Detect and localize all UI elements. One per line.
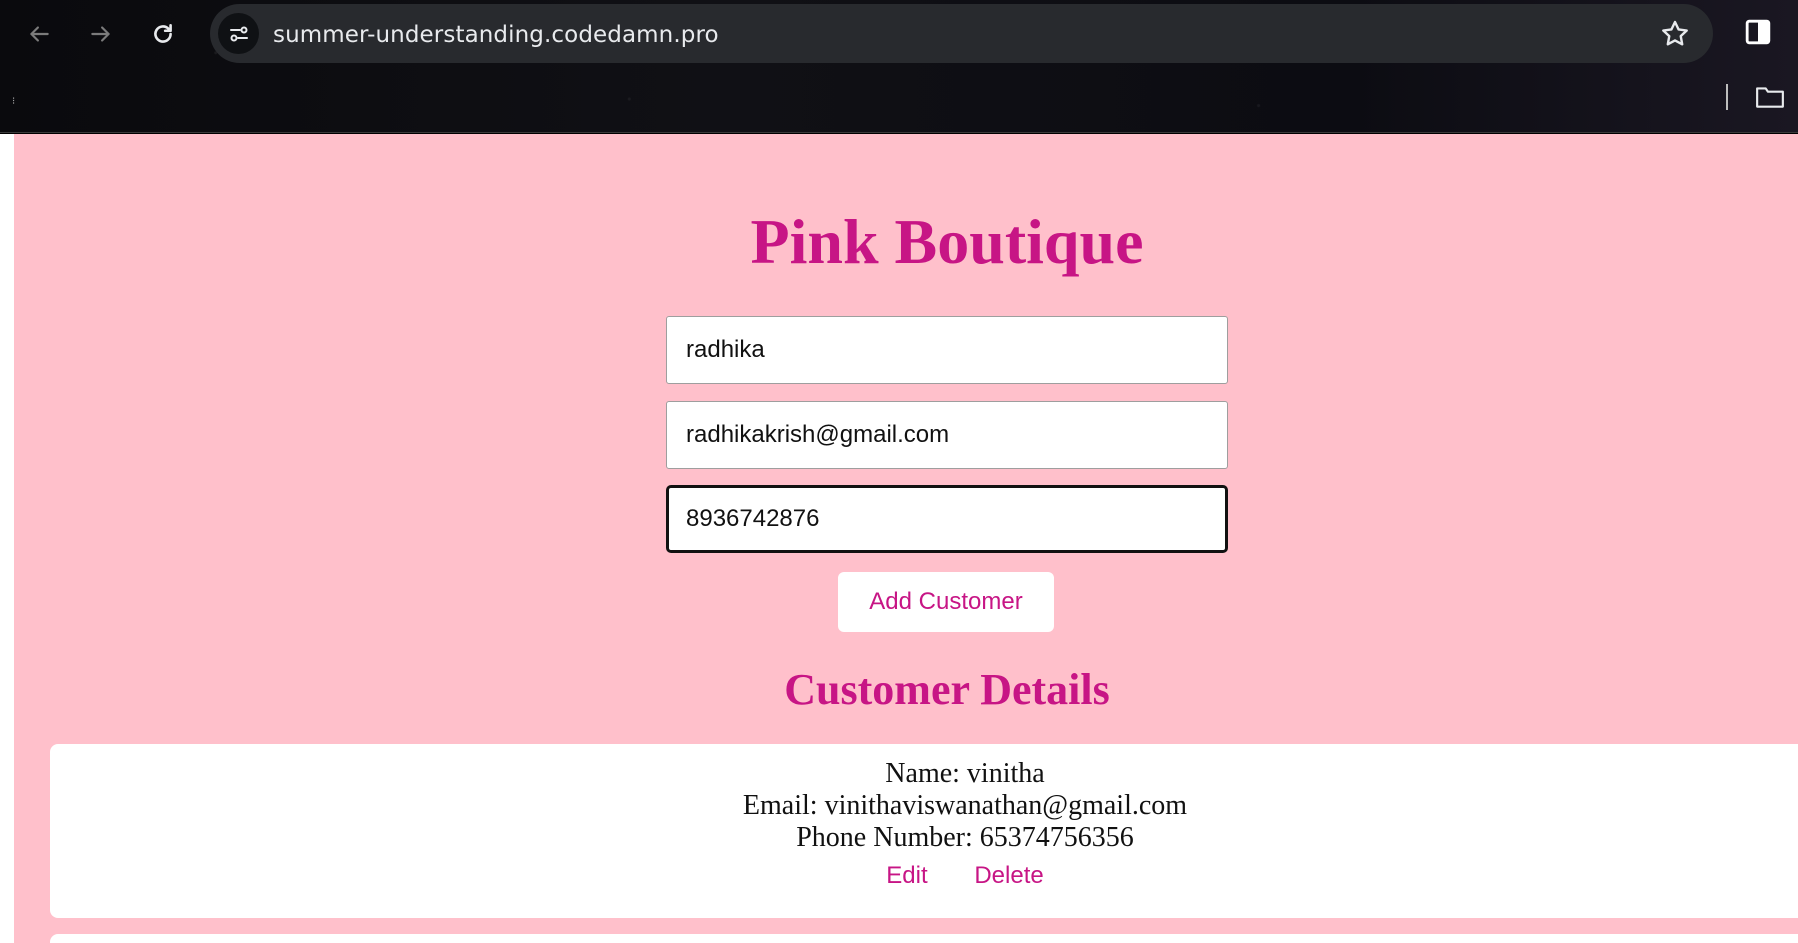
page-body: Pink Boutique Add Customer Customer Deta… [14, 134, 1798, 943]
customer-name: Name: vinitha [885, 758, 1045, 789]
delete-button[interactable]: Delete [974, 862, 1043, 890]
back-button[interactable] [19, 14, 59, 54]
forward-button[interactable] [81, 14, 121, 54]
email-input[interactable] [666, 401, 1228, 469]
bookmarks-divider [1726, 84, 1728, 110]
phone-input[interactable] [666, 485, 1228, 553]
browser-chrome: summer-understanding.codedamn.pro ⁝ [0, 0, 1798, 133]
bookmark-star-icon[interactable] [1659, 18, 1691, 50]
edit-button[interactable]: Edit [886, 862, 927, 890]
address-bar[interactable]: summer-understanding.codedamn.pro [210, 4, 1713, 63]
customer-details-heading: Customer Details [784, 665, 1110, 714]
customer-card-partial [50, 934, 1798, 943]
url-text[interactable]: summer-understanding.codedamn.pro [273, 22, 719, 48]
page-viewport: Pink Boutique Add Customer Customer Deta… [0, 134, 1798, 943]
bookmarks-bar-handle: ⁝ [12, 96, 16, 107]
page-title: Pink Boutique [750, 206, 1144, 277]
customer-phone: Phone Number: 65374756356 [796, 822, 1134, 853]
site-info-icon [229, 26, 248, 41]
side-panel-icon[interactable] [1745, 19, 1771, 45]
forward-arrow-icon [91, 26, 110, 42]
customer-actions: Edit Delete [50, 862, 1798, 890]
add-customer-button[interactable]: Add Customer [838, 572, 1054, 632]
customer-email: Email: vinithaviswanathan@gmail.com [742, 790, 1188, 821]
site-info-button[interactable] [218, 13, 259, 54]
customer-card: Name: vinitha Email: vinithaviswanathan@… [50, 744, 1798, 918]
folder-icon[interactable] [1755, 84, 1785, 110]
back-arrow-icon [30, 26, 49, 42]
name-input[interactable] [666, 316, 1228, 384]
reload-button[interactable] [143, 14, 183, 54]
reload-icon [154, 24, 172, 43]
